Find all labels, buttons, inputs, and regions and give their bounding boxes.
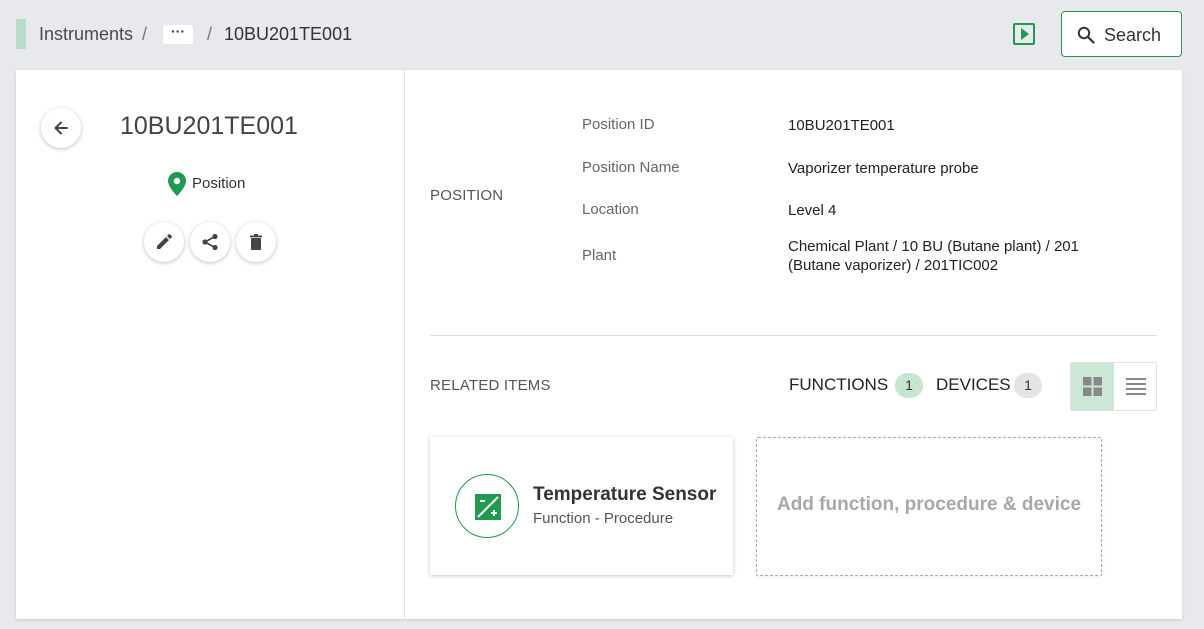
grid-view-icon — [1083, 377, 1102, 396]
location-pin-icon — [168, 172, 186, 196]
delete-icon — [250, 234, 262, 250]
devices-count-badge: 1 — [1014, 373, 1042, 398]
page-title: 10BU201TE001 — [120, 112, 298, 140]
property-value-location: Level 4 — [788, 202, 837, 219]
property-label-position-name: Position Name — [582, 159, 680, 176]
function-procedure-icon — [475, 494, 501, 520]
edit-button[interactable] — [144, 222, 184, 262]
breadcrumb-separator: / — [142, 24, 148, 44]
related-item-subtitle: Function - Procedure — [533, 510, 674, 527]
arrow-left-icon — [54, 121, 68, 135]
property-label-location: Location — [582, 201, 639, 218]
top-bar: Instruments / ··· / 10BU201TE001 Search — [0, 0, 1204, 70]
add-related-item-button[interactable]: Add function, procedure & device — [756, 437, 1102, 576]
section-divider — [430, 335, 1157, 336]
play-button[interactable] — [1013, 23, 1035, 45]
related-item-title: Temperature Sensor — [533, 484, 717, 505]
search-icon — [1077, 26, 1095, 44]
related-items-section-label: RELATED ITEMS — [430, 377, 551, 394]
property-label-plant: Plant — [582, 247, 617, 264]
list-view-icon — [1126, 378, 1146, 395]
related-item-card[interactable]: Temperature Sensor Function - Procedure — [430, 437, 733, 575]
search-button[interactable]: Search — [1061, 11, 1182, 57]
delete-button[interactable] — [236, 222, 276, 262]
breadcrumb-root[interactable]: Instruments — [39, 24, 133, 45]
search-button-label: Search — [1104, 25, 1162, 45]
detail-card: 10BU201TE001 Position POSITION Position … — [16, 70, 1182, 619]
edit-icon — [157, 234, 172, 249]
property-value-position-name: Vaporizer temperature probe — [788, 160, 979, 177]
breadcrumb-separator: / — [207, 24, 213, 44]
property-value-plant: Chemical Plant / 10 BU (Butane plant) / … — [788, 238, 1079, 274]
item-icon-badge — [455, 474, 519, 538]
breadcrumb-current: 10BU201TE001 — [224, 24, 353, 44]
entity-type-label: Position — [192, 175, 246, 192]
list-view-button[interactable] — [1114, 363, 1156, 410]
share-button[interactable] — [190, 222, 230, 262]
breadcrumb-ellipsis-button[interactable]: ··· — [163, 24, 193, 44]
play-icon — [1021, 28, 1029, 40]
share-icon — [202, 233, 218, 251]
property-value-position-id: 10BU201TE001 — [788, 117, 895, 134]
property-label-position-id: Position ID — [582, 116, 655, 133]
grid-view-button[interactable] — [1071, 363, 1114, 410]
functions-count-badge: 1 — [895, 373, 923, 398]
back-button[interactable] — [41, 108, 81, 148]
breadcrumb-accent — [16, 19, 26, 49]
tab-devices[interactable]: DEVICES — [936, 375, 1011, 395]
view-mode-toggle — [1070, 362, 1157, 411]
position-section-label: POSITION — [430, 187, 504, 204]
tab-functions[interactable]: FUNCTIONS — [789, 375, 888, 395]
add-related-item-label: Add function, procedure & device — [776, 494, 1082, 515]
entity-summary-panel: 10BU201TE001 Position — [16, 70, 405, 619]
